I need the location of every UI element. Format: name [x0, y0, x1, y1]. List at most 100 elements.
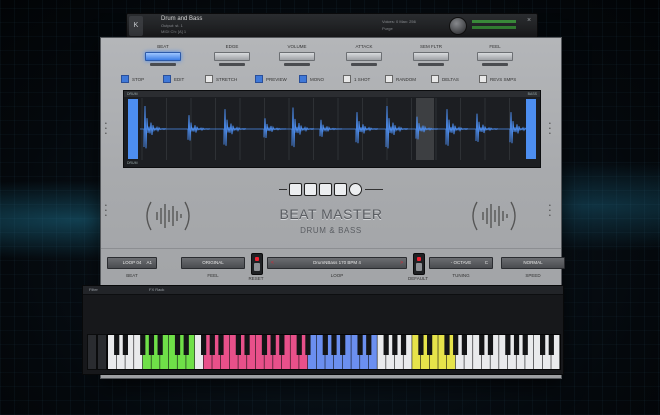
option-random[interactable]: RANDOM [385, 74, 416, 84]
piano-black-key[interactable] [157, 335, 163, 355]
checkbox[interactable] [479, 75, 487, 83]
piano-black-key[interactable] [392, 335, 398, 355]
tab-button[interactable] [214, 52, 250, 61]
filter-label[interactable]: Filter [89, 287, 98, 292]
checkbox[interactable] [299, 75, 307, 83]
dice-icon[interactable] [334, 183, 347, 196]
piano-black-key[interactable] [209, 335, 215, 355]
option-mono[interactable]: MONO [299, 74, 324, 84]
loop-selector[interactable]: < DrumNBass 170 BPM 4 > [267, 257, 407, 269]
purge-button[interactable]: Purge [382, 25, 416, 32]
piano-black-key[interactable] [340, 335, 346, 355]
option-stretch[interactable]: STRETCH [205, 74, 237, 84]
piano-black-key[interactable] [444, 335, 450, 355]
default-lever[interactable] [416, 263, 422, 271]
loop-next-button[interactable]: > [400, 258, 403, 268]
piano-black-key[interactable] [174, 335, 181, 355]
dice-icon[interactable] [349, 183, 362, 196]
tab-button[interactable] [346, 52, 382, 61]
checkbox[interactable] [163, 75, 171, 83]
piano-black-key[interactable] [305, 335, 311, 355]
tab-sem-fltr[interactable]: SEM FLTR [401, 43, 461, 66]
piano-black-key[interactable] [522, 335, 528, 355]
midi-channel-info[interactable]: MIDI Ch: [A] 1 [161, 29, 186, 35]
tab-feel[interactable]: FEEL [465, 43, 525, 66]
piano-black-key[interactable] [366, 335, 372, 355]
piano-black-key[interactable] [235, 335, 241, 355]
piano-black-key[interactable] [148, 335, 155, 355]
piano-black-key[interactable] [270, 335, 276, 355]
dice-icon[interactable] [319, 183, 332, 196]
side-handle-right-top[interactable]: • • • [549, 122, 553, 137]
tab-volume[interactable]: VOLUME [267, 43, 327, 66]
piano-black-key[interactable] [453, 335, 459, 355]
tab-button[interactable] [477, 52, 513, 61]
tab-label: BEAT [157, 44, 169, 49]
waveform-display[interactable]: DRUM DRUM BASS [123, 90, 541, 168]
piano-black-key[interactable] [322, 335, 328, 355]
piano-black-key[interactable] [383, 335, 389, 355]
piano-black-key[interactable] [505, 335, 511, 355]
reset-switch[interactable] [251, 253, 263, 275]
option-1-shot[interactable]: 1 SHOT [343, 74, 370, 84]
mod-wheel[interactable] [97, 334, 107, 370]
piano-black-key[interactable] [461, 335, 467, 355]
beat-selector[interactable]: LOOP 04 A1 [107, 257, 157, 269]
piano-black-key[interactable] [487, 335, 494, 355]
dice-icon[interactable] [289, 183, 302, 196]
checkbox[interactable] [343, 75, 351, 83]
checkbox[interactable] [205, 75, 213, 83]
piano-black-key[interactable] [540, 335, 546, 355]
piano-black-key[interactable] [513, 335, 520, 355]
piano-black-key[interactable] [548, 335, 554, 355]
checkbox[interactable] [121, 75, 129, 83]
tuning-selector[interactable]: - OCTAVE C [429, 257, 493, 269]
dice-icon[interactable] [304, 183, 317, 196]
piano-black-key[interactable] [357, 335, 363, 355]
fx-rack-label[interactable]: FX Rack [149, 287, 164, 292]
option-edit[interactable]: EDIT [163, 74, 184, 84]
instrument-title[interactable]: Drum and Bass [161, 16, 202, 22]
piano-black-key[interactable] [122, 335, 128, 355]
option-deltas[interactable]: DELTAS [431, 74, 459, 84]
feel-selector[interactable]: ORIGINAL [181, 257, 245, 269]
tab-button[interactable] [279, 52, 315, 61]
reset-lever[interactable] [254, 263, 260, 271]
checkbox[interactable] [385, 75, 393, 83]
piano-black-key[interactable] [244, 335, 250, 355]
tab-button[interactable] [413, 52, 449, 61]
tab-attack[interactable]: ATTACK [334, 43, 394, 66]
dice-line-left [279, 189, 287, 190]
tune-knob[interactable] [449, 17, 467, 35]
side-handle-right-mid[interactable]: • • • [549, 204, 553, 219]
piano-black-key[interactable] [218, 335, 224, 355]
tab-beat[interactable]: BEAT [133, 43, 193, 66]
piano-black-key[interactable] [427, 335, 433, 355]
tab-edge[interactable]: EDGE [202, 43, 262, 66]
piano-black-key[interactable] [140, 335, 146, 355]
option-stop[interactable]: STOP [121, 74, 144, 84]
speed-selector[interactable]: NORMAL [501, 257, 565, 269]
option-preview[interactable]: PREVIEW [255, 74, 287, 84]
side-handle-left-top[interactable]: • • • [105, 122, 109, 137]
side-handle-left-mid[interactable]: • • • [105, 204, 109, 219]
option-revs-smps[interactable]: REVS SMPS [479, 74, 516, 84]
piano-keyboard [107, 334, 561, 370]
piano-black-key[interactable] [114, 335, 120, 355]
loop-prev-button[interactable]: < [271, 258, 274, 268]
close-icon[interactable]: × [525, 17, 533, 25]
piano-black-key[interactable] [400, 335, 407, 355]
pitch-wheel[interactable] [87, 334, 97, 370]
tab-button[interactable] [145, 52, 181, 61]
piano-black-key[interactable] [261, 335, 268, 355]
piano-black-key[interactable] [296, 335, 302, 355]
piano-black-key[interactable] [279, 335, 285, 355]
piano-black-key[interactable] [331, 335, 337, 355]
piano-black-key[interactable] [418, 335, 424, 355]
checkbox[interactable] [255, 75, 263, 83]
checkbox[interactable] [431, 75, 439, 83]
piano-black-key[interactable] [201, 335, 207, 355]
piano-black-key[interactable] [183, 335, 189, 355]
piano-black-key[interactable] [479, 335, 485, 355]
default-switch[interactable] [413, 253, 425, 275]
